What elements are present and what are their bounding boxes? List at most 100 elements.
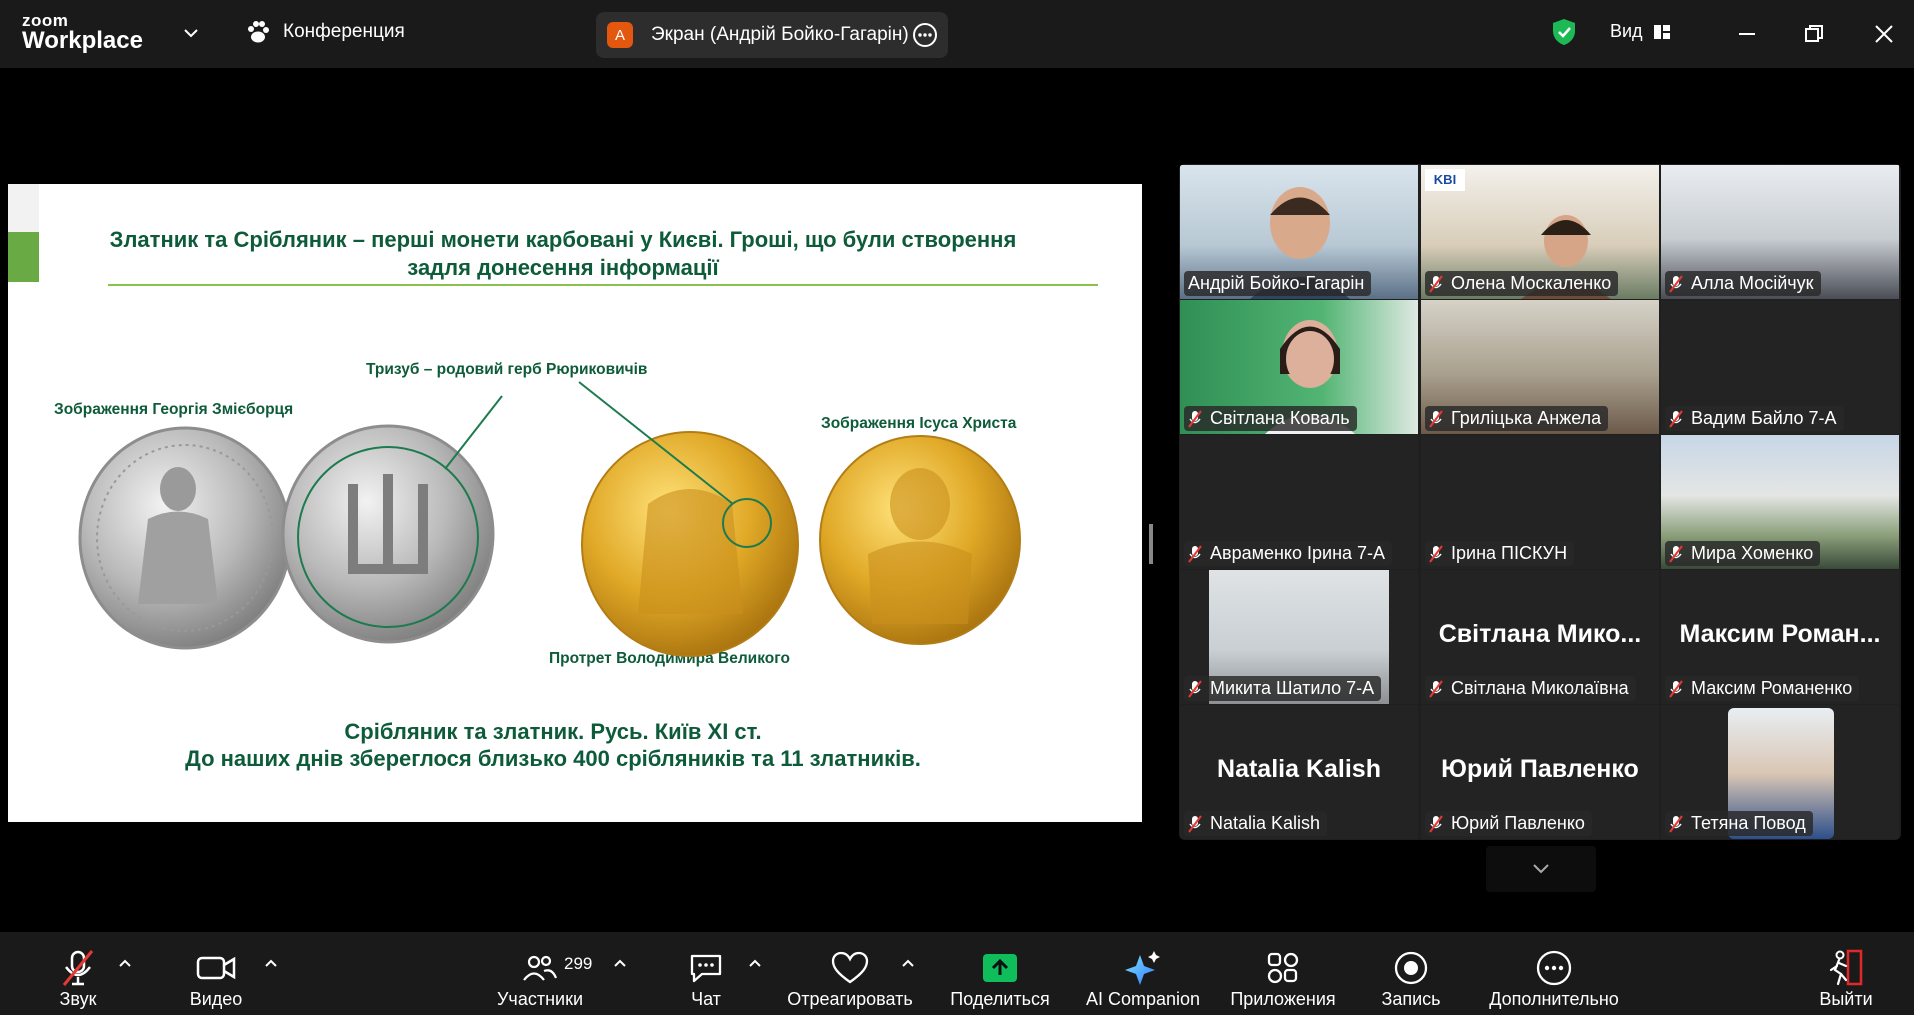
mic-off-icon [1669,274,1683,293]
participant-name: Вадим Байло 7-А [1691,408,1837,428]
video-camera-icon [196,956,236,980]
participant-name: Микита Шатило 7-А [1210,678,1375,698]
chevron-down-icon [1533,864,1549,874]
participant-tile[interactable]: Світлана Мико... Світлана Миколаївна [1421,570,1659,704]
participants-count: 299 [564,954,593,973]
participant-name: Світлана Коваль [1210,408,1350,428]
participant-name: Алла Мосійчук [1691,273,1814,293]
share-arrow-icon [983,954,1017,982]
participant-label: Олена Москаленко [1425,271,1619,296]
share-label: Поделиться [950,989,1050,1009]
participant-label: Світлана Коваль [1184,406,1357,431]
participant-label: Natalia Kalish [1184,811,1328,836]
chevron-down-icon[interactable] [180,22,202,44]
logo-line2: Workplace [22,27,143,54]
video-button[interactable]: Видео [190,932,242,1015]
shield-check-icon[interactable] [1550,17,1578,47]
chevron-up-icon[interactable] [613,956,627,970]
participant-name: Авраменко Ірина 7-А [1210,543,1386,563]
share-label: Экран (Андрій Бойко-Гагарін) [651,24,909,45]
share-button[interactable]: Поделиться [950,932,1050,1015]
participant-tile[interactable]: Авраменко Ірина 7-А [1180,435,1418,569]
participant-tile[interactable]: Андрій Бойко-Гагарін [1180,165,1418,299]
kbi-logo: KBI [1425,169,1465,191]
view-label: Вид [1610,21,1643,41]
apps-icon [1267,952,1299,984]
audio-button[interactable]: Звук [54,932,102,1015]
chevron-up-icon[interactable] [264,956,278,970]
mic-off-icon [1669,814,1683,833]
participant-tile[interactable]: Микита Шатило 7-А [1180,570,1418,704]
participant-tile[interactable]: Алла Мосійчук [1661,165,1899,299]
participant-tile[interactable]: Юрий Павленко Юрий Павленко [1421,705,1659,839]
participant-name: Світлана Миколаївна [1451,678,1629,698]
participant-display-name: Юрий Павленко [1441,755,1639,783]
participant-label: Юрий Павленко [1425,811,1592,836]
mic-off-icon [1669,409,1683,428]
slide-footer: Срібляник та златник. Русь. Київ ХІ ст. … [78,718,1028,772]
chevron-up-icon[interactable] [748,956,762,970]
participant-tile[interactable]: Вадим Байло 7-А [1661,300,1899,434]
react-label: Отреагировать [787,989,913,1009]
chat-label: Чат [691,989,721,1009]
sparkle-icon [1125,951,1160,985]
title-bar: zoom Workplace Конференция A Экран (Андр… [0,0,1914,68]
meeting-label: Конференция [283,21,405,42]
mic-off-icon [1429,544,1443,563]
participant-label: Вадим Байло 7-А [1665,406,1844,431]
meeting-info-button[interactable]: Конференция [245,20,405,44]
chat-button[interactable]: Чат [684,932,728,1015]
mic-off-icon [1188,814,1202,833]
participant-tile[interactable]: Максим Роман... Максим Романенко [1661,570,1899,704]
more-button[interactable]: Дополнительно [1489,932,1619,1015]
chevron-up-icon[interactable] [901,956,915,970]
participant-name: Олена Москаленко [1451,273,1612,293]
mic-off-icon [1188,679,1202,698]
participant-tile[interactable]: KBI Олена Москаленко [1421,165,1659,299]
mic-off-icon [1429,409,1443,428]
grid-view-icon [1653,24,1670,39]
participant-tile[interactable]: Тетяна Повод [1661,705,1899,839]
participant-tile[interactable]: Natalia Kalish Natalia Kalish [1180,705,1418,839]
restore-icon[interactable] [1800,20,1828,48]
mic-off-icon [1669,679,1683,698]
more-icon[interactable] [912,22,938,48]
minimize-icon[interactable] [1733,20,1761,48]
leave-button[interactable]: Выйти [1819,932,1873,1015]
participant-tile[interactable]: Світлана Коваль [1180,300,1418,434]
record-button[interactable]: Запись [1381,932,1441,1015]
participant-name: Максим Романенко [1691,678,1853,698]
participant-display-name: Світлана Мико... [1438,620,1642,648]
video-label: Видео [189,989,243,1009]
participant-tile[interactable]: Мира Хоменко [1661,435,1899,569]
apps-button[interactable]: Приложения [1230,932,1336,1015]
record-icon [1394,951,1428,985]
meeting-toolbar: Звук Видео Участники 299 Чат Отреагирова… [0,932,1914,1015]
participant-label: Алла Мосійчук [1665,271,1821,296]
chevron-up-icon[interactable] [118,956,132,970]
react-button[interactable]: Отреагировать [787,932,913,1015]
panel-resize-handle[interactable] [1149,524,1153,564]
view-button[interactable]: Вид [1610,21,1671,42]
participant-name: Юрий Павленко [1451,813,1585,833]
gallery-next-page-button[interactable] [1486,846,1596,892]
participant-tile[interactable]: Гриліцька Анжела [1421,300,1659,434]
close-icon[interactable] [1870,20,1898,48]
screen-share-pill[interactable]: A Экран (Андрій Бойко-Гагарін) [596,12,948,58]
footer-line1: Срібляник та златник. Русь. Київ ХІ ст. [344,719,762,744]
participants-button[interactable]: Участники [497,932,583,1015]
more-dots-icon [1536,950,1572,986]
chat-icon [690,954,722,983]
participant-display-name: Максим Роман... [1679,620,1881,648]
mic-off-icon [62,950,94,986]
mic-off-icon [1429,679,1443,698]
participant-tile[interactable]: Ірина ПІСКУН [1421,435,1659,569]
participant-name: Гриліцька Анжела [1451,408,1602,428]
ai-companion-label: AI Companion [1085,989,1201,1009]
more-label: Дополнительно [1489,989,1619,1009]
participants-label: Участники [497,989,583,1009]
participant-name: Ірина ПІСКУН [1451,543,1568,563]
people-icon [523,955,558,981]
audio-label: Звук [59,989,97,1009]
ai-companion-button[interactable]: AI Companion [1086,932,1200,1015]
